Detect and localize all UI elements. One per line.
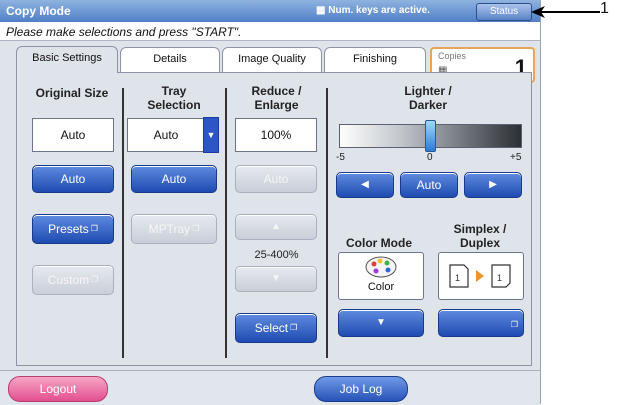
page-title: Copy Mode [6, 4, 71, 18]
popup-icon: ❐ [510, 320, 518, 329]
mptray-button[interactable]: MPTray ❐ [131, 214, 217, 244]
tab-basic-settings[interactable]: Basic Settings [16, 46, 118, 73]
color-mode-value: Color [367, 281, 395, 293]
column-divider [326, 88, 328, 358]
zoom-value: 100% [235, 118, 317, 152]
density-auto-button[interactable]: Auto [400, 172, 458, 198]
custom-button[interactable]: Custom ❐ [32, 265, 114, 295]
original-size-auto-button[interactable]: Auto [32, 165, 114, 193]
tab-details[interactable]: Details [120, 47, 220, 72]
callout-arrowhead-icon [531, 6, 545, 18]
popup-icon: ❐ [192, 224, 200, 233]
status-button[interactable]: Status [476, 3, 532, 21]
simplex-to-simplex-icon: 1 1 [449, 264, 511, 288]
triangle-down-icon: ▼ [271, 273, 281, 284]
lighter-darker-heading: Lighter / Darker [404, 84, 452, 112]
copy-mode-screen: Copy Mode ▦ Num. keys are active. Status… [0, 0, 541, 405]
grid-icon: ▦ [316, 5, 329, 16]
original-size-value: Auto [32, 118, 114, 152]
simplex-duplex-button[interactable]: ❐ [438, 309, 524, 337]
simplex-duplex-heading: Simplex / Duplex [453, 222, 507, 250]
job-log-button[interactable]: Job Log [314, 376, 408, 402]
popup-icon: ❐ [91, 275, 99, 284]
triangle-down-icon: ▼ [376, 317, 386, 328]
copies-label: Copies [438, 51, 467, 61]
simplex-duplex-field[interactable]: 1 1 [438, 252, 524, 300]
color-mode-heading: Color Mode [346, 236, 412, 250]
density-slider-handle[interactable] [425, 120, 436, 152]
original-size-heading: Original Size [35, 86, 109, 100]
zoom-auto-button[interactable]: Auto [235, 165, 317, 193]
color-mode-dropdown-button[interactable]: ▼ [338, 309, 424, 337]
dropdown-arrow-icon[interactable]: ▼ [203, 117, 219, 153]
palette-icon [365, 256, 397, 278]
tray-selection-heading: Tray Selection [147, 84, 201, 112]
zoom-select-button[interactable]: Select ❐ [235, 313, 317, 343]
column-divider [225, 88, 227, 358]
density-min-label: -5 [336, 152, 345, 163]
darker-button[interactable]: ▶ [464, 172, 522, 198]
title-bar: Copy Mode ▦ Num. keys are active. Status [0, 0, 540, 22]
svg-text:1: 1 [497, 273, 502, 283]
callout-number: 1 [600, 0, 609, 17]
reduce-enlarge-heading: Reduce / Enlarge [251, 84, 302, 112]
message-bar: Please make selections and press "START"… [0, 22, 540, 41]
density-mid-label: 0 [427, 152, 433, 163]
zoom-down-button[interactable]: ▼ [235, 266, 317, 292]
num-keys-status: ▦ Num. keys are active. [316, 5, 430, 16]
tray-selection-value[interactable]: Auto [127, 118, 205, 152]
density-max-label: +5 [510, 152, 522, 163]
instruction-message: Please make selections and press "START"… [6, 25, 242, 39]
zoom-up-button[interactable]: ▲ [235, 214, 317, 240]
popup-icon: ❐ [290, 323, 298, 332]
logout-button[interactable]: Logout [8, 376, 108, 402]
tab-finishing[interactable]: Finishing [324, 47, 426, 72]
popup-icon: ❐ [90, 224, 98, 233]
lighter-button[interactable]: ◀ [336, 172, 394, 198]
column-divider [122, 88, 124, 358]
triangle-up-icon: ▲ [271, 221, 281, 232]
tab-image-quality[interactable]: Image Quality [222, 47, 322, 72]
presets-button[interactable]: Presets ❐ [32, 214, 114, 244]
svg-text:1: 1 [455, 273, 460, 283]
tray-auto-button[interactable]: Auto [131, 165, 217, 193]
zoom-range-label: 25-400% [254, 249, 299, 261]
triangle-right-icon: ▶ [489, 179, 497, 190]
color-mode-field[interactable]: Color [338, 252, 424, 300]
triangle-left-icon: ◀ [361, 179, 369, 190]
